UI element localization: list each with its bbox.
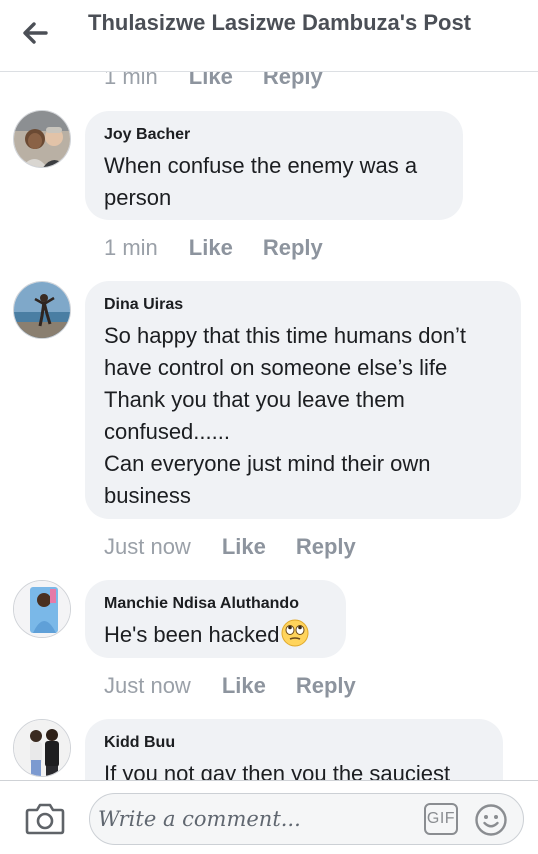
comment-author[interactable]: Kidd Buu (104, 733, 483, 753)
back-button[interactable] (14, 16, 56, 54)
comment-bubble: Joy Bacher When confuse the enemy was a … (85, 111, 463, 220)
avatar-manchie-ndisa-aluthando[interactable] (13, 580, 71, 638)
like-link[interactable]: Like (222, 534, 266, 560)
comment-author[interactable]: Joy Bacher (104, 125, 443, 145)
comment-text-line: If you not gay then you the sauciest (104, 761, 451, 780)
comment-actions: Just now Like Reply (104, 671, 356, 701)
post-header: Thulasizwe Lasizwe Dambuza's Post (0, 0, 538, 72)
gif-button[interactable]: GIF (424, 803, 458, 835)
comment-text: When confuse the enemy was a person (104, 150, 443, 214)
comment-time: Just now (104, 534, 191, 559)
comment-composer: GIF (0, 780, 538, 854)
avatar-joy-bacher[interactable] (13, 110, 71, 168)
camera-button[interactable] (25, 801, 65, 837)
comment-text-line: confused...... (104, 419, 230, 444)
arrow-left-icon (22, 21, 48, 49)
eye-roll-emoji-icon (281, 619, 309, 656)
avatar-dina-uiras[interactable] (13, 281, 71, 339)
comment-time: 1 min (104, 235, 158, 260)
comment-text-line: So happy that this time humans don’t (104, 323, 466, 348)
comment-text-line: person (104, 185, 172, 210)
avatar-kidd-buu[interactable] (13, 719, 71, 777)
page-title: Thulasizwe Lasizwe Dambuza's Post (88, 10, 472, 35)
comment-time: Just now (104, 673, 191, 698)
comment-input[interactable] (98, 799, 408, 839)
emoji-button[interactable] (474, 803, 508, 837)
comment-bubble: Kidd Buu If you not gay then you the sau… (85, 719, 503, 780)
camera-icon (25, 803, 65, 839)
comment-text-line: Thank you that you leave them (104, 387, 405, 412)
comment-text-line: He's been hacked (104, 619, 326, 656)
comment-text-line: When confuse the enemy was a (104, 153, 418, 178)
comment-text-span: He's been hacked (104, 622, 280, 647)
reply-link[interactable]: Reply (296, 534, 356, 560)
like-link[interactable]: Like (189, 235, 233, 261)
comments-list: 1 min Like Reply Joy Bacher When confuse… (0, 0, 538, 780)
comment-text-line: have control on someone else’s life (104, 355, 448, 380)
comment-box: GIF (89, 793, 524, 845)
comment-text: He's been hacked (104, 619, 326, 656)
comment-author[interactable]: Manchie Ndisa Aluthando (104, 594, 326, 614)
comment-actions: Just now Like Reply (104, 532, 356, 562)
reply-link[interactable]: Reply (296, 673, 356, 699)
comment-text: So happy that this time humans don’t hav… (104, 320, 501, 512)
smiley-icon (474, 804, 508, 841)
comment-text-line: Can everyone just mind their own (104, 451, 431, 476)
comment-text-line: business (104, 483, 191, 508)
reply-link[interactable]: Reply (263, 235, 323, 261)
comment-text: If you not gay then you the sauciest (104, 758, 483, 780)
comment-actions: 1 min Like Reply (104, 233, 323, 263)
comment-author[interactable]: Dina Uiras (104, 295, 501, 315)
comment-bubble: Dina Uiras So happy that this time human… (85, 281, 521, 519)
comment-bubble: Manchie Ndisa Aluthando He's been hacked (85, 580, 346, 658)
like-link[interactable]: Like (222, 673, 266, 699)
